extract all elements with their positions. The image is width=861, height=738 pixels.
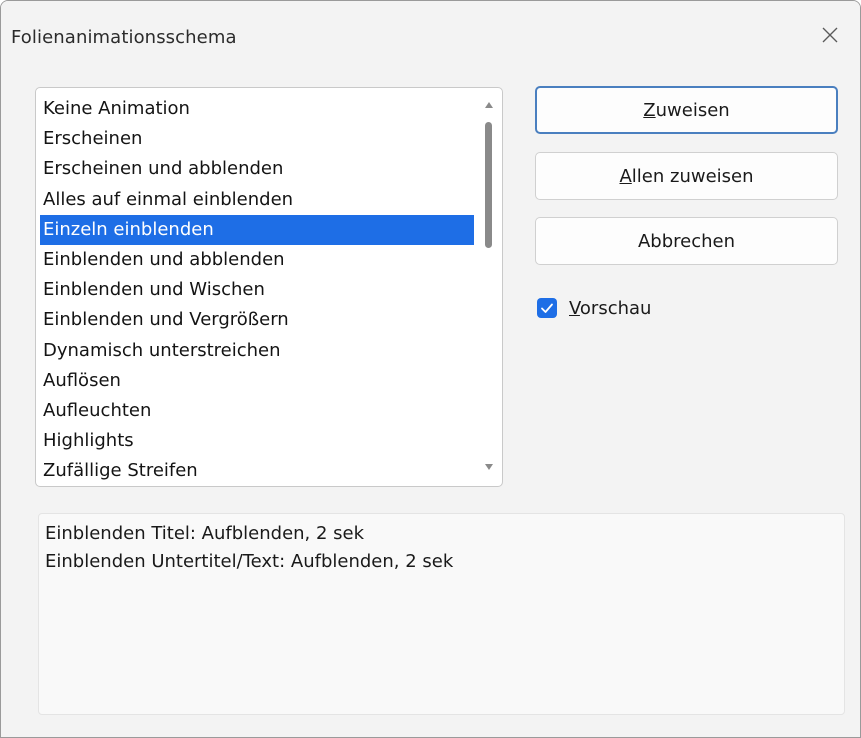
arrow-up-icon <box>485 102 493 108</box>
animation-scheme-list[interactable]: Keine Animation Erscheinen Erscheinen un… <box>35 87 503 487</box>
list-item[interactable]: Einblenden und abblenden <box>40 245 474 275</box>
list-item[interactable]: Erscheinen und abblenden <box>40 154 474 184</box>
title-bar: Folienanimationsschema <box>1 1 860 63</box>
assign-label: uweisen <box>655 99 730 121</box>
checkmark-icon <box>541 303 553 313</box>
preview-checkbox-row[interactable]: Vorschau <box>537 293 651 323</box>
list-item[interactable]: Dynamisch unterstreichen <box>40 336 474 366</box>
list-item[interactable]: Einzeln einblenden <box>40 214 474 245</box>
close-icon <box>822 27 838 43</box>
assign-all-accel: A <box>619 165 632 187</box>
animation-scheme-dialog: Folienanimationsschema Keine Animation E… <box>0 0 861 738</box>
dialog-title: Folienanimationsschema <box>11 27 237 48</box>
assign-accel: Z <box>643 99 656 121</box>
list-item[interactable]: Erscheinen <box>40 124 474 154</box>
scheme-description: Einblenden Titel: Aufblenden, 2 sek Einb… <box>38 513 845 715</box>
list-item[interactable]: Einblenden und Wischen <box>40 275 474 305</box>
description-line: Einblenden Untertitel/Text: Aufblenden, … <box>45 551 454 572</box>
list-item[interactable]: Aufleuchten <box>40 396 474 426</box>
assign-all-label: llen zuweisen <box>631 165 754 187</box>
list-item[interactable]: Auflösen <box>40 366 474 396</box>
list-item[interactable]: Keine Animation <box>40 94 474 124</box>
list-item[interactable]: Einblenden und Vergrößern <box>40 305 474 335</box>
list-item[interactable]: Alles auf einmal einblenden <box>40 185 474 215</box>
preview-checkbox[interactable] <box>537 298 557 318</box>
cancel-label: Abbrechen <box>637 230 736 252</box>
vertical-scrollbar[interactable] <box>478 90 500 482</box>
close-button[interactable] <box>810 17 850 53</box>
list-item[interactable]: Zufällige Streifen <box>40 456 474 486</box>
scroll-down-button[interactable] <box>478 458 500 476</box>
assign-all-button[interactable]: Allen zuweisen <box>535 152 838 200</box>
list-items: Keine Animation Erscheinen Erscheinen un… <box>40 94 474 486</box>
cancel-button[interactable]: Abbrechen <box>535 217 838 265</box>
assign-button[interactable]: Zuweisen <box>535 86 838 134</box>
arrow-down-icon <box>485 464 493 470</box>
scroll-thumb[interactable] <box>485 122 492 248</box>
preview-accel: V <box>569 297 580 319</box>
preview-label-rest: orschau <box>579 297 652 319</box>
list-item[interactable]: Highlights <box>40 426 474 456</box>
scroll-up-button[interactable] <box>478 96 500 114</box>
preview-label: Vorschau <box>569 298 651 319</box>
description-line: Einblenden Titel: Aufblenden, 2 sek <box>45 523 365 544</box>
